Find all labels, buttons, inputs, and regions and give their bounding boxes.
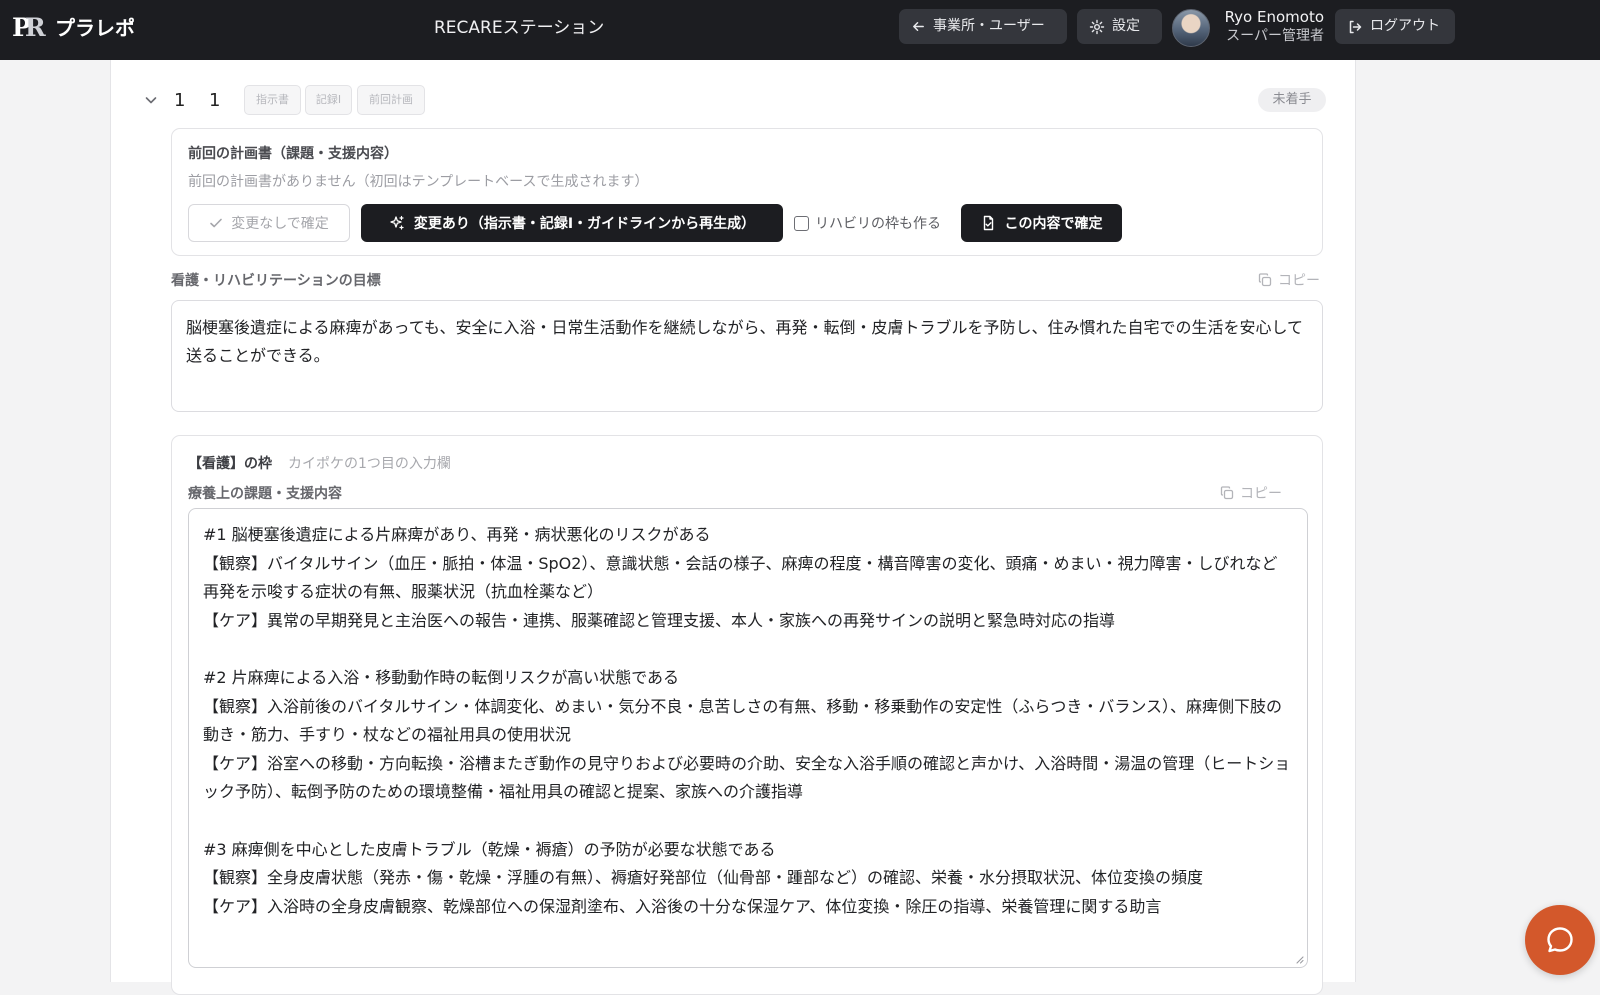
settings-label: 設定 <box>1112 18 1140 34</box>
care-issue-copy-button[interactable]: コピー <box>1220 483 1282 503</box>
confirm-no-change-button[interactable]: 変更なしで確定 <box>188 204 350 242</box>
previous-plan-note: 前回の計画書がありません（初回はテンプレートベースで生成されます） <box>188 174 649 190</box>
previous-plan-card: 前回の計画書（課題・支援内容） 前回の計画書がありません（初回はテンプレートベー… <box>171 128 1323 256</box>
goal-copy-label: コピー <box>1278 273 1320 289</box>
nursing-frame-title: 【看護】の枠 <box>188 456 272 472</box>
logout-label: ログアウト <box>1370 18 1440 34</box>
main-panel: 1 1 指示書 記録I 前回計画 未着手 前回の計画書（課題・支援内容） 前回の… <box>110 60 1356 995</box>
tag-instruction: 指示書 <box>244 85 301 115</box>
top-bar: PR プラレポ RECAREステーション 事業所・ユーザー 設定 Ryo Eno… <box>0 0 1600 60</box>
tag-record: 記録I <box>305 85 352 115</box>
goal-label: 看護・リハビリテーションの目標 <box>171 273 381 289</box>
care-issue-textarea[interactable]: #1 脳梗塞後遺症による片麻痺があり、再発・病状悪化のリスクがある 【観察】バイ… <box>188 508 1308 968</box>
care-issue-text: #1 脳梗塞後遺症による片麻痺があり、再発・病状悪化のリスクがある 【観察】バイ… <box>203 525 1291 916</box>
chat-button[interactable] <box>1525 905 1595 975</box>
sparkle-icon <box>390 215 404 230</box>
copy-icon <box>1220 486 1234 500</box>
nursing-frame-card: 【看護】の枠 カイポケの1つ目の入力欄 療養上の課題・支援内容 コピー #1 脳… <box>171 435 1323 995</box>
logout-icon <box>1349 20 1362 33</box>
office-users-button[interactable]: 事業所・ユーザー <box>899 9 1067 44</box>
goal-copy-button[interactable]: コピー <box>1258 270 1320 290</box>
care-issue-label: 療養上の課題・支援内容 <box>188 486 342 502</box>
app-name[interactable]: プラレポ <box>55 14 135 42</box>
status-badge: 未着手 <box>1258 88 1326 112</box>
tag-previous-plan: 前回計画 <box>357 85 425 115</box>
rehab-frame-checkbox[interactable] <box>794 215 809 231</box>
chat-bubble-icon <box>1547 927 1573 953</box>
avatar[interactable] <box>1172 9 1210 47</box>
station-name: RECAREステーション <box>434 18 605 38</box>
confirm-no-change-label: 変更なしで確定 <box>231 216 329 232</box>
gear-icon <box>1089 19 1105 34</box>
goal-textarea[interactable]: 脳梗塞後遺症による麻痺があっても、安全に入浴・日常生活動作を継続しながら、再発・… <box>171 300 1323 412</box>
resize-handle-icon[interactable] <box>1294 954 1304 964</box>
office-users-label: 事業所・ユーザー <box>933 18 1045 34</box>
regenerate-label: 変更あり（指示書・記録I・ガイドラインから再生成） <box>413 216 756 232</box>
regenerate-button[interactable]: 変更あり（指示書・記録I・ガイドラインから再生成） <box>361 204 783 242</box>
previous-plan-title: 前回の計画書（課題・支援内容） <box>188 146 398 162</box>
settings-button[interactable]: 設定 <box>1077 9 1162 44</box>
rehab-frame-checkbox-label[interactable]: リハビリの枠も作る <box>815 213 941 233</box>
rehab-frame-checkbox-row[interactable]: リハビリの枠も作る <box>794 213 941 233</box>
care-issue-copy-label: コピー <box>1240 486 1282 502</box>
copy-icon <box>1258 273 1272 287</box>
nursing-frame-subtitle: カイポケの1つ目の入力欄 <box>288 456 451 472</box>
app-logo-mark[interactable]: PR <box>12 13 46 43</box>
document-check-icon <box>983 215 993 231</box>
confirm-content-button[interactable]: この内容で確定 <box>961 204 1122 242</box>
user-name: Ryo Enomoto <box>1224 8 1324 26</box>
row-number-b: 1 <box>209 90 221 111</box>
logout-button[interactable]: ログアウト <box>1335 9 1455 44</box>
confirm-content-label: この内容で確定 <box>1004 216 1103 232</box>
user-role: スーパー管理者 <box>1226 28 1324 44</box>
arrow-left-icon <box>913 22 924 31</box>
chevron-down-icon[interactable] <box>144 93 158 107</box>
check-icon <box>210 218 223 228</box>
row-number-a: 1 <box>174 90 186 111</box>
